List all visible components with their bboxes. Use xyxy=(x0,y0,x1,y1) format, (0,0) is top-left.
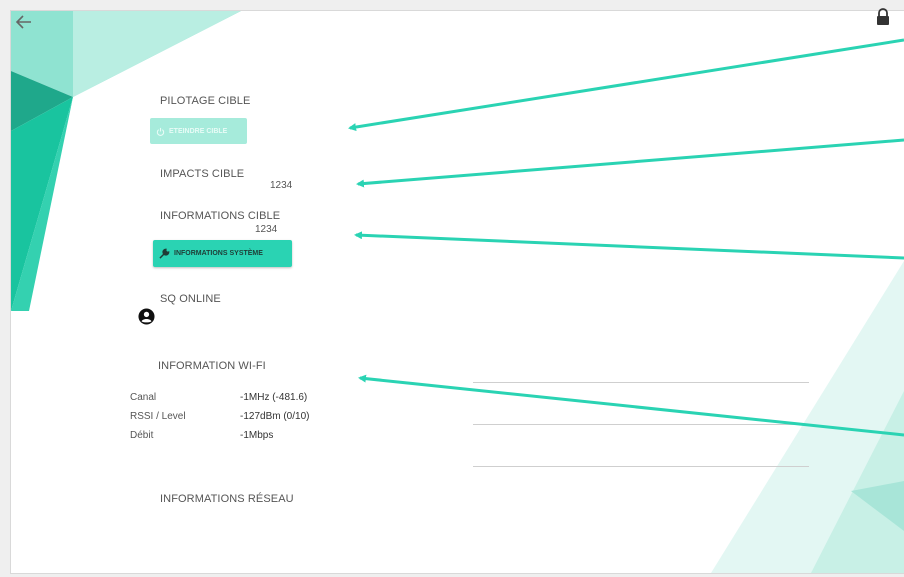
wifi-canal-value: -1MHz (-481.6) xyxy=(240,392,308,403)
sq-online-title: SQ ONLINE xyxy=(160,293,221,305)
wifi-debit-value: -1Mbps xyxy=(240,430,274,441)
lock-icon xyxy=(877,8,889,25)
informations-cible-value: 1234 xyxy=(255,224,278,235)
power-icon xyxy=(156,127,165,136)
wifi-debit-label: Débit xyxy=(130,430,154,441)
background-decoration xyxy=(11,11,904,573)
wifi-canal-label: Canal xyxy=(130,392,157,403)
pilotage-cible-title: PILOTAGE CIBLE xyxy=(160,95,251,107)
app-window xyxy=(10,10,904,574)
input-underline[interactable] xyxy=(473,466,809,467)
account-circle-icon xyxy=(138,308,155,325)
informations-cible-title: INFORMATIONS CIBLE xyxy=(160,210,281,222)
input-underline[interactable] xyxy=(473,382,809,383)
eteindre-cible-button[interactable]: ETEINDRE CIBLE xyxy=(150,118,247,144)
wrench-icon xyxy=(159,248,170,259)
informations-systeme-label: INFORMATIONS SYSTÈME xyxy=(174,250,263,257)
eteindre-cible-label: ETEINDRE CIBLE xyxy=(169,127,228,135)
wifi-rssi-label: RSSI / Level xyxy=(130,411,186,422)
information-wifi-title: INFORMATION WI-FI xyxy=(158,360,266,372)
impacts-cible-title: IMPACTS CIBLE xyxy=(160,168,245,180)
back-arrow-icon[interactable] xyxy=(14,12,34,32)
informations-systeme-button[interactable]: INFORMATIONS SYSTÈME xyxy=(153,240,292,267)
input-underline[interactable] xyxy=(473,424,809,425)
informations-reseau-title: INFORMATIONS RÉSEAU xyxy=(160,493,294,505)
impacts-cible-value: 1234 xyxy=(270,180,293,191)
wifi-rssi-value: -127dBm (0/10) xyxy=(240,411,310,422)
